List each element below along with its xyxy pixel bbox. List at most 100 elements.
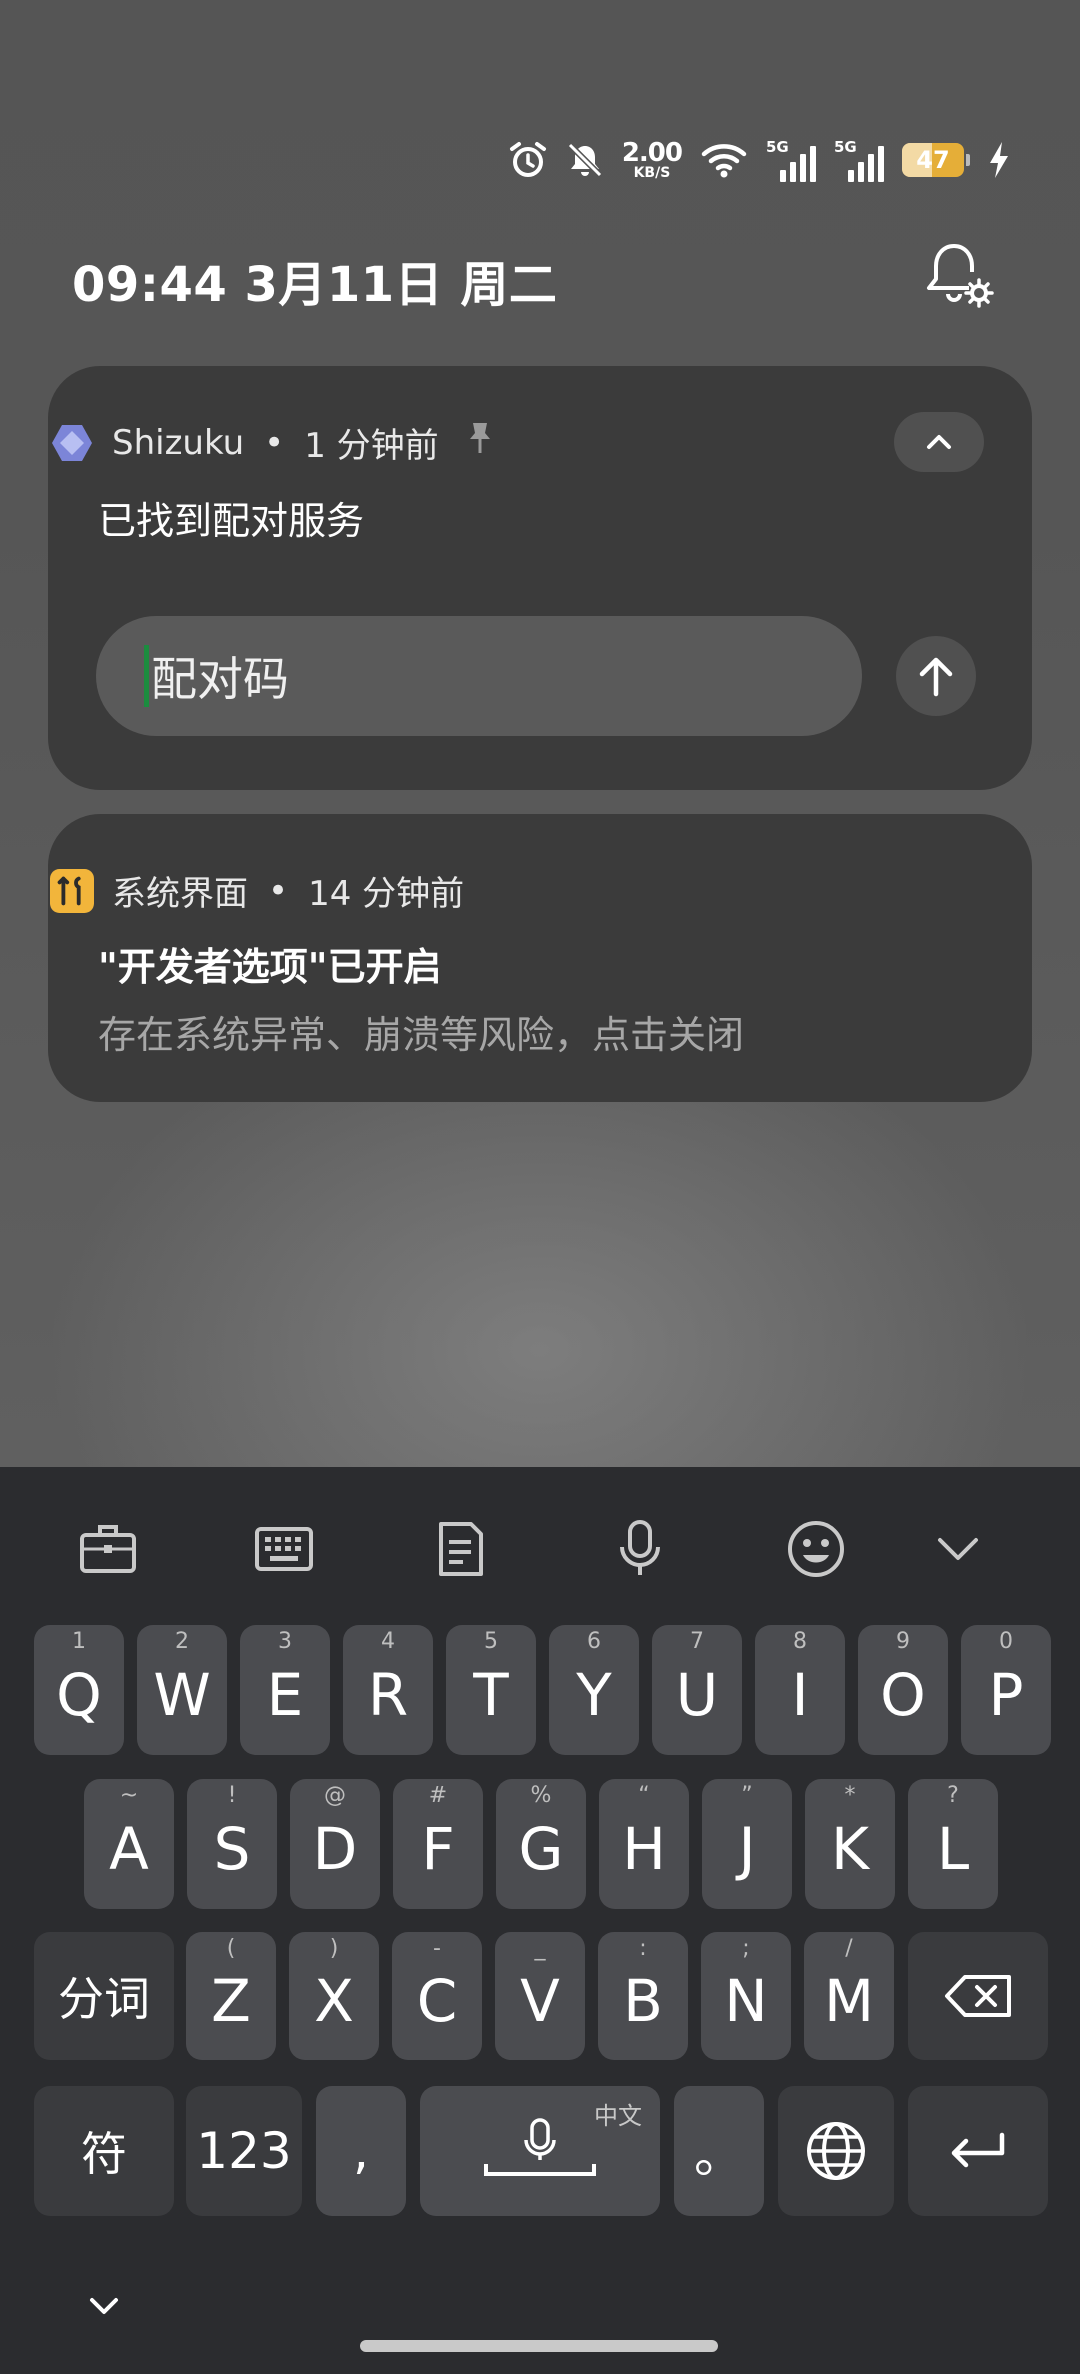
key-letter: G bbox=[518, 1815, 564, 1883]
key-z[interactable]: (Z bbox=[186, 1932, 276, 2060]
separator: • bbox=[264, 422, 285, 463]
key-hint: 1 bbox=[72, 1629, 86, 1654]
key-d[interactable]: @ D bbox=[290, 1779, 380, 1909]
key-letter: A bbox=[109, 1815, 149, 1883]
key-letter: I bbox=[791, 1661, 809, 1729]
key-letter: Q bbox=[56, 1661, 102, 1729]
enter-return-icon bbox=[951, 2132, 1005, 2168]
key-q[interactable]: 1Q bbox=[34, 1625, 124, 1755]
backspace-icon bbox=[945, 1975, 1011, 2017]
key-v[interactable]: _ V bbox=[495, 1932, 585, 2060]
globe-icon bbox=[807, 2122, 865, 2180]
key-l[interactable]: ? L bbox=[908, 1779, 998, 1909]
notification-time: 1 分钟前 bbox=[304, 426, 439, 466]
backspace-key[interactable] bbox=[908, 1932, 1048, 2060]
key-letter: C bbox=[416, 1967, 458, 2035]
pin-icon bbox=[467, 421, 493, 464]
hide-keyboard-button[interactable] bbox=[82, 2284, 126, 2328]
key-b[interactable]: :B bbox=[598, 1932, 688, 2060]
globe-key[interactable] bbox=[778, 2086, 894, 2216]
comma-key[interactable]: , bbox=[316, 2086, 406, 2216]
clipboard-icon[interactable] bbox=[428, 1517, 492, 1581]
key-hint: 7 bbox=[690, 1629, 704, 1654]
key-hint: % bbox=[530, 1783, 552, 1808]
date-time: 09:44 3月11日 周二 bbox=[72, 257, 558, 313]
key-letter: M bbox=[823, 1967, 875, 2035]
space-key[interactable]: 中文 bbox=[420, 2086, 660, 2216]
period-label: 。 bbox=[694, 2126, 744, 2184]
input-placeholder: 配对码 bbox=[151, 652, 289, 706]
home-indicator[interactable] bbox=[360, 2340, 718, 2352]
key-c[interactable]: -C bbox=[392, 1932, 482, 2060]
key-r[interactable]: 4R bbox=[343, 1625, 433, 1755]
collapse-button[interactable] bbox=[894, 412, 984, 472]
key-letter: B bbox=[623, 1967, 663, 2035]
key-hint: 2 bbox=[175, 1629, 189, 1654]
key-k[interactable]: * K bbox=[805, 1779, 895, 1909]
sim1-signal: 5G bbox=[766, 138, 816, 182]
key-y[interactable]: 6Y bbox=[549, 1625, 639, 1755]
key-letter: H bbox=[622, 1815, 666, 1883]
key-o[interactable]: 9O bbox=[858, 1625, 948, 1755]
key-hint: _ bbox=[534, 1936, 546, 1961]
key-m[interactable]: / M bbox=[804, 1932, 894, 2060]
send-button[interactable] bbox=[896, 636, 976, 716]
key-j[interactable]: ” J bbox=[702, 1779, 792, 1909]
period-key[interactable]: 。 bbox=[674, 2086, 764, 2216]
number-label: 123 bbox=[196, 2122, 292, 2180]
notification-text: 存在系统异常、崩溃等风险，点击关闭 bbox=[98, 1013, 745, 1057]
key-hint: ! bbox=[227, 1783, 237, 1808]
fenci-key[interactable]: 分词 bbox=[34, 1932, 174, 2060]
microphone-icon[interactable] bbox=[608, 1517, 672, 1581]
key-hint: - bbox=[433, 1936, 441, 1961]
key-t[interactable]: 5T bbox=[446, 1625, 536, 1755]
key-hint: 6 bbox=[587, 1629, 601, 1654]
symbol-label: 符 bbox=[81, 2127, 127, 2181]
network-speed: 2.00 KB/S bbox=[621, 138, 683, 181]
key-p[interactable]: 0P bbox=[961, 1625, 1051, 1755]
key-hint: / bbox=[845, 1936, 853, 1961]
keyboard-icon[interactable] bbox=[252, 1517, 316, 1581]
key-u[interactable]: 7U bbox=[652, 1625, 742, 1755]
bell-settings-icon[interactable] bbox=[922, 238, 998, 314]
key-hint: “ bbox=[638, 1783, 650, 1808]
key-letter: J bbox=[738, 1815, 756, 1883]
comma-label: , bbox=[353, 2122, 369, 2180]
key-a[interactable]: ~ A bbox=[84, 1779, 174, 1909]
text-caret bbox=[144, 645, 149, 707]
alarm-clock-icon bbox=[508, 140, 548, 180]
key-letter: P bbox=[988, 1661, 1024, 1729]
keyboard bbox=[0, 1467, 1080, 2374]
key-letter: V bbox=[520, 1967, 560, 2035]
key-hint: ” bbox=[741, 1783, 753, 1808]
separator: • bbox=[268, 870, 289, 911]
key-hint: ) bbox=[329, 1936, 339, 1961]
key-i[interactable]: 8I bbox=[755, 1625, 845, 1755]
key-letter: F bbox=[421, 1815, 455, 1883]
briefcase-icon[interactable] bbox=[76, 1517, 140, 1581]
key-e[interactable]: 3E bbox=[240, 1625, 330, 1755]
chevron-down-icon bbox=[90, 2298, 118, 2314]
key-n[interactable]: ; N bbox=[701, 1932, 791, 2060]
key-w[interactable]: 2W bbox=[137, 1625, 227, 1755]
key-letter: E bbox=[266, 1661, 304, 1729]
key-x[interactable]: ) X bbox=[289, 1932, 379, 2060]
number-key[interactable]: 123 bbox=[186, 2086, 302, 2216]
enter-key[interactable] bbox=[908, 2086, 1048, 2216]
key-s[interactable]: ! S bbox=[187, 1779, 277, 1909]
battery-level: 47 bbox=[916, 146, 950, 174]
key-g[interactable]: % G bbox=[496, 1779, 586, 1909]
notification-header: Shizuku • 1 分钟前 bbox=[50, 418, 493, 467]
key-f[interactable]: # F bbox=[393, 1779, 483, 1909]
emoji-icon[interactable] bbox=[784, 1517, 848, 1581]
key-hint: 0 bbox=[999, 1629, 1013, 1654]
key-hint: ~ bbox=[119, 1783, 139, 1808]
fenci-label: 分词 bbox=[58, 1972, 150, 2026]
chevron-down-icon[interactable] bbox=[926, 1517, 990, 1581]
key-hint: 4 bbox=[381, 1629, 395, 1654]
lightning-bolt-icon bbox=[988, 141, 1010, 179]
key-hint: 5 bbox=[484, 1629, 498, 1654]
symbol-key[interactable]: 符 bbox=[34, 2086, 174, 2216]
pairing-code-input[interactable]: 配对码 bbox=[96, 616, 862, 736]
key-h[interactable]: “H bbox=[599, 1779, 689, 1909]
